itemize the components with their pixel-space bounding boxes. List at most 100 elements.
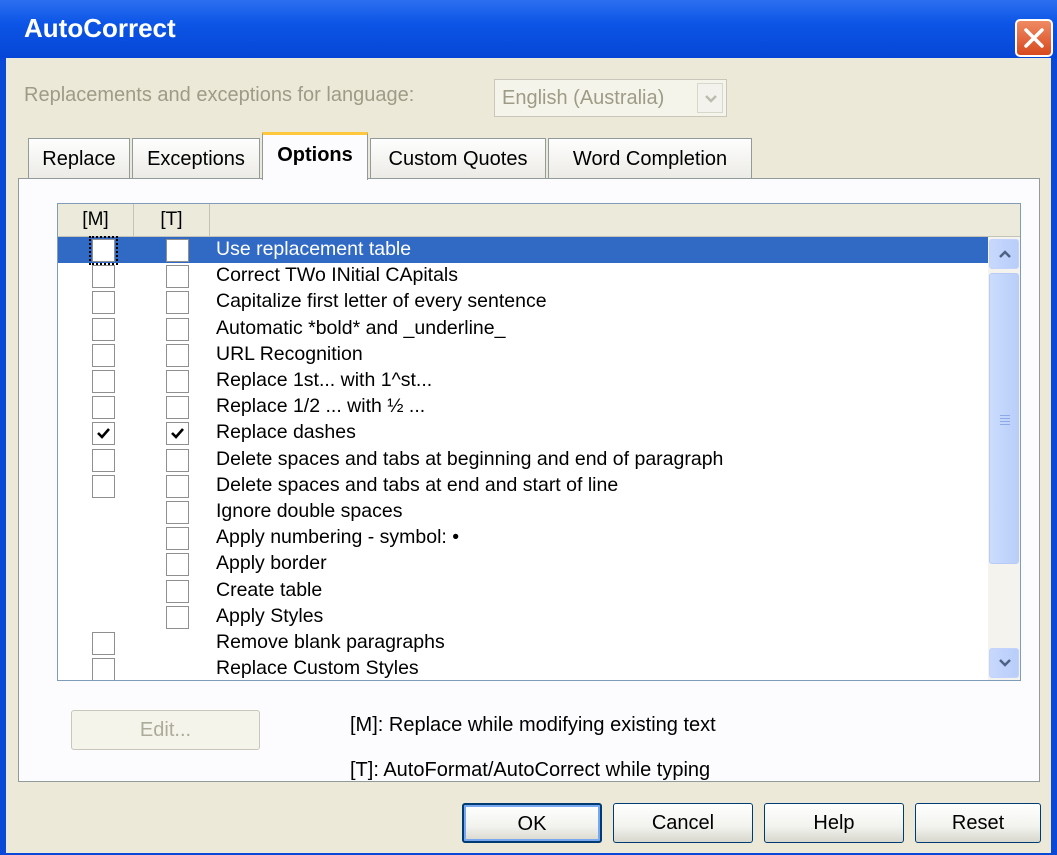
option-label: Apply border bbox=[216, 552, 327, 575]
checkmark-icon bbox=[97, 428, 110, 440]
cancel-button[interactable]: Cancel bbox=[613, 803, 753, 843]
checkbox-t[interactable] bbox=[166, 265, 189, 289]
checkbox-m[interactable] bbox=[92, 370, 115, 393]
header-t[interactable]: [T] bbox=[134, 204, 210, 236]
reset-button[interactable]: Reset bbox=[915, 803, 1041, 843]
checkbox-m[interactable] bbox=[92, 658, 115, 680]
list-item[interactable]: Correct TWo INitial CApitals bbox=[58, 263, 988, 289]
list-header: [M] [T] bbox=[58, 204, 1020, 237]
options-list: [M] [T] Use replacement table Correct TWo… bbox=[57, 203, 1021, 681]
legend-t: [T]: AutoFormat/AutoCorrect while typing bbox=[350, 759, 711, 781]
list-item[interactable]: Apply border bbox=[58, 551, 988, 577]
checkbox-m[interactable] bbox=[92, 632, 115, 655]
checkbox-t[interactable] bbox=[166, 370, 189, 393]
checkbox-m[interactable] bbox=[92, 291, 115, 315]
autocorrect-dialog: AutoCorrect Replacements and exceptions … bbox=[0, 0, 1057, 855]
option-label: Create table bbox=[216, 578, 323, 601]
list-item[interactable]: Apply Styles bbox=[58, 604, 988, 630]
list-item[interactable]: Replace Custom Styles bbox=[58, 656, 988, 680]
option-label: Correct TWo INitial CApitals bbox=[216, 264, 459, 287]
option-label: Replace Custom Styles bbox=[216, 657, 419, 680]
option-label: Replace 1st... with 1^st... bbox=[216, 369, 433, 391]
tab-replace[interactable]: Replace bbox=[28, 138, 130, 178]
tab-label: Exceptions bbox=[147, 148, 245, 170]
list-item[interactable]: Delete spaces and tabs at beginning and … bbox=[58, 447, 988, 473]
checkbox-t[interactable] bbox=[166, 343, 189, 367]
list-item[interactable]: Automatic *bold* and _underline_ bbox=[58, 316, 988, 342]
option-label: Replace dashes bbox=[216, 421, 356, 444]
tab-options[interactable]: Options bbox=[262, 132, 368, 180]
option-label: Delete spaces and tabs at beginning and … bbox=[216, 447, 724, 470]
scroll-up-button[interactable] bbox=[989, 239, 1019, 269]
checkbox-t[interactable] bbox=[166, 291, 189, 315]
list-item[interactable]: Replace 1st... with 1^st... bbox=[58, 368, 988, 394]
list-item[interactable]: Capitalize first letter of every sentenc… bbox=[58, 289, 988, 315]
list-item[interactable]: Use replacement table bbox=[58, 236, 988, 265]
tab-word-completion[interactable]: Word Completion bbox=[548, 138, 752, 178]
option-label: Automatic *bold* and _underline_ bbox=[216, 316, 506, 339]
checkmark-icon bbox=[171, 428, 184, 440]
window-title: AutoCorrect bbox=[24, 13, 176, 43]
scroll-down-button[interactable] bbox=[989, 648, 1019, 678]
checkbox-m[interactable] bbox=[92, 265, 115, 289]
checkbox-m[interactable] bbox=[92, 343, 115, 367]
header-label[interactable] bbox=[210, 204, 1020, 236]
checkbox-t[interactable] bbox=[166, 501, 189, 524]
language-select: English (Australia) bbox=[494, 79, 727, 117]
language-label: Replacements and exceptions for language… bbox=[24, 84, 415, 106]
vertical-scrollbar[interactable] bbox=[988, 237, 1020, 680]
tab-label: Custom Quotes bbox=[388, 148, 528, 170]
scroll-thumb[interactable] bbox=[989, 273, 1019, 564]
header-m[interactable]: [M] bbox=[58, 204, 134, 236]
list-item[interactable]: Apply numbering - symbol: • bbox=[58, 525, 988, 551]
edit-button: Edit... bbox=[71, 710, 260, 750]
options-panel: [M] [T] Use replacement table Correct TWo… bbox=[18, 178, 1040, 782]
checkbox-m[interactable] bbox=[89, 236, 118, 265]
checkbox-t[interactable] bbox=[166, 317, 189, 341]
ok-button[interactable]: OK bbox=[462, 803, 602, 843]
checkbox-t[interactable] bbox=[166, 239, 189, 262]
language-value: English (Australia) bbox=[502, 87, 665, 109]
option-label: Use replacement table bbox=[216, 238, 412, 260]
option-label: Delete spaces and tabs at end and start … bbox=[216, 473, 619, 496]
checkbox-t[interactable] bbox=[166, 527, 189, 551]
option-label: Replace 1/2 ... with ½ ... bbox=[216, 395, 426, 418]
chevron-up-icon bbox=[999, 250, 1011, 258]
tab-custom-quotes[interactable]: Custom Quotes bbox=[370, 138, 546, 178]
option-label: Remove blank paragraphs bbox=[216, 631, 445, 653]
list-item[interactable]: Replace 1/2 ... with ½ ... bbox=[58, 394, 988, 420]
tab-label: Replace bbox=[42, 148, 116, 170]
help-button[interactable]: Help bbox=[764, 803, 904, 843]
option-label: Apply numbering - symbol: • bbox=[216, 526, 460, 549]
option-label: Capitalize first letter of every sentenc… bbox=[216, 290, 547, 313]
checkbox-t[interactable] bbox=[166, 422, 189, 446]
checkbox-m[interactable] bbox=[92, 474, 115, 498]
dialog-body: Replacements and exceptions for language… bbox=[6, 58, 1051, 853]
chevron-down-icon bbox=[999, 659, 1011, 667]
list-item[interactable]: Ignore double spaces bbox=[58, 499, 988, 525]
checkbox-t[interactable] bbox=[166, 448, 189, 472]
checkbox-t[interactable] bbox=[166, 396, 189, 420]
option-label: Ignore double spaces bbox=[216, 500, 403, 522]
checkbox-t[interactable] bbox=[166, 579, 189, 603]
list-item[interactable]: URL Recognition bbox=[58, 342, 988, 368]
checkbox-t[interactable] bbox=[166, 553, 189, 577]
list-item[interactable]: Create table bbox=[58, 578, 988, 604]
list-item[interactable]: Replace dashes bbox=[58, 420, 988, 446]
checkbox-t[interactable] bbox=[166, 605, 189, 629]
tab-label: Word Completion bbox=[572, 148, 728, 170]
checkbox-m[interactable] bbox=[92, 448, 115, 472]
list-item[interactable]: Delete spaces and tabs at end and start … bbox=[58, 473, 988, 499]
checkbox-m[interactable] bbox=[92, 396, 115, 420]
checkbox-t[interactable] bbox=[166, 474, 189, 498]
tab-exceptions[interactable]: Exceptions bbox=[132, 138, 260, 178]
legend-m: [M]: Replace while modifying existing te… bbox=[350, 714, 716, 736]
list-item[interactable]: Remove blank paragraphs bbox=[58, 630, 988, 656]
language-dropdown-button bbox=[697, 83, 723, 113]
title-bar[interactable]: AutoCorrect bbox=[0, 0, 1057, 58]
checkbox-m[interactable] bbox=[92, 422, 115, 446]
chevron-down-icon bbox=[705, 95, 717, 103]
checkbox-m[interactable] bbox=[92, 317, 115, 341]
close-button[interactable] bbox=[1015, 19, 1053, 57]
close-icon bbox=[1024, 28, 1044, 48]
